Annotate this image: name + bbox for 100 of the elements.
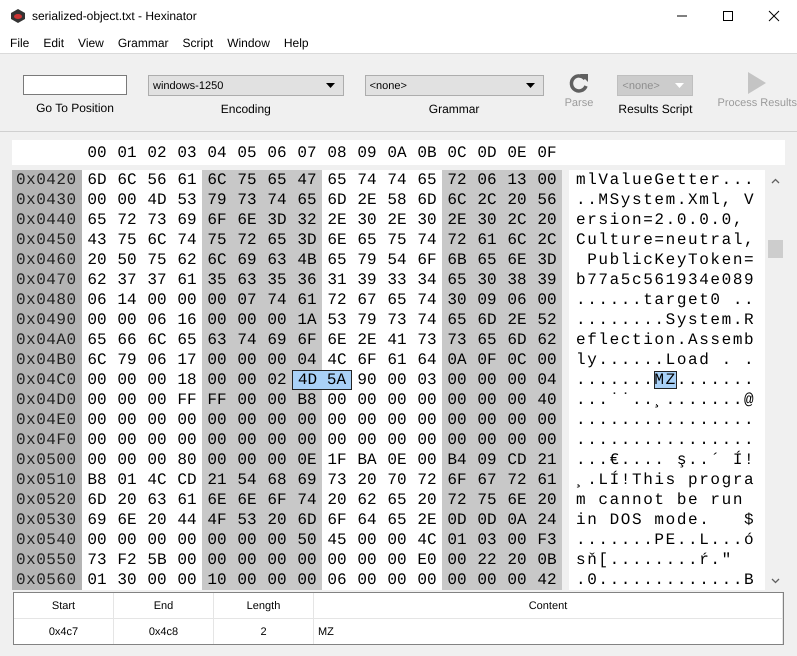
hex-byte[interactable]: 73 (442, 330, 472, 350)
hex-byte[interactable]: 65 (472, 330, 502, 350)
hex-byte[interactable]: 3D (532, 250, 562, 270)
hex-byte[interactable]: 65 (382, 510, 412, 530)
hex-byte[interactable]: 69 (82, 510, 112, 530)
hex-byte[interactable]: 22 (472, 550, 502, 570)
hex-byte[interactable]: 80 (172, 450, 202, 470)
menu-item[interactable]: View (71, 32, 111, 53)
hex-byte[interactable]: 21 (532, 450, 562, 470)
hex-byte[interactable]: 00 (382, 550, 412, 570)
hex-byte[interactable]: 30 (472, 270, 502, 290)
hex-byte[interactable]: 38 (502, 270, 532, 290)
hex-byte[interactable]: 20 (412, 490, 442, 510)
hex-byte[interactable]: 0A (442, 350, 472, 370)
hex-byte[interactable]: 00 (382, 410, 412, 430)
hex-byte[interactable]: 45 (322, 530, 352, 550)
hex-byte[interactable]: 72 (232, 230, 262, 250)
hex-byte[interactable]: 00 (502, 570, 532, 590)
hex-byte[interactable]: 00 (232, 370, 262, 390)
hex-byte[interactable]: 20 (352, 470, 382, 490)
hex-byte[interactable]: 06 (142, 350, 172, 370)
hex-byte[interactable]: 6B (442, 250, 472, 270)
hex-byte[interactable]: B8 (292, 390, 322, 410)
hex-byte[interactable]: 09 (472, 290, 502, 310)
hex-byte[interactable]: 75 (142, 250, 172, 270)
hex-byte[interactable]: 6E (502, 490, 532, 510)
hex-byte[interactable]: 72 (502, 470, 532, 490)
go-to-position-field[interactable] (23, 75, 127, 95)
hex-byte[interactable]: 65 (442, 310, 472, 330)
hex-byte[interactable]: 6C (112, 170, 142, 190)
hex-byte[interactable]: 75 (382, 230, 412, 250)
hex-byte[interactable]: 06 (472, 170, 502, 190)
hex-byte[interactable]: 2E (412, 510, 442, 530)
hex-byte[interactable]: 39 (352, 270, 382, 290)
hex-byte[interactable]: 00 (262, 530, 292, 550)
hex-byte[interactable]: 72 (412, 470, 442, 490)
hex-byte[interactable]: 00 (262, 570, 292, 590)
hex-byte[interactable]: 73 (232, 190, 262, 210)
hex-byte[interactable]: 04 (532, 370, 562, 390)
hex-byte[interactable]: 20 (82, 250, 112, 270)
hex-byte[interactable]: 00 (112, 190, 142, 210)
hex-byte[interactable]: 30 (442, 290, 472, 310)
hex-byte[interactable]: 24 (532, 510, 562, 530)
hex-byte[interactable]: 42 (532, 570, 562, 590)
hex-byte[interactable]: 56 (532, 190, 562, 210)
hex-byte[interactable]: 6C (502, 230, 532, 250)
hex-byte[interactable]: 37 (112, 270, 142, 290)
hex-byte[interactable]: 00 (352, 410, 382, 430)
hex-byte[interactable]: 14 (112, 290, 142, 310)
hex-byte[interactable]: 00 (112, 430, 142, 450)
hex-byte[interactable]: 2E (322, 210, 352, 230)
hex-byte[interactable]: 56 (142, 170, 172, 190)
hex-byte[interactable]: 5B (142, 550, 172, 570)
hex-byte[interactable]: 00 (442, 570, 472, 590)
hex-byte[interactable]: 20 (502, 190, 532, 210)
hex-byte[interactable]: 00 (232, 350, 262, 370)
hex-byte[interactable]: 0D (442, 510, 472, 530)
hex-byte[interactable]: 47 (292, 170, 322, 190)
hex-byte[interactable]: CD (502, 450, 532, 470)
hex-byte[interactable]: 72 (442, 490, 472, 510)
hex-byte[interactable]: 00 (532, 350, 562, 370)
hex-byte[interactable]: 00 (172, 570, 202, 590)
hex-byte[interactable]: 37 (142, 270, 172, 290)
hex-byte[interactable]: 07 (232, 290, 262, 310)
hex-byte[interactable]: 6E (232, 210, 262, 230)
hex-byte[interactable]: 61 (292, 290, 322, 310)
hex-byte[interactable]: 6F (202, 210, 232, 230)
hex-byte[interactable]: 53 (322, 310, 352, 330)
hex-byte[interactable]: 0A (502, 510, 532, 530)
hex-byte[interactable]: 53 (232, 510, 262, 530)
hex-byte[interactable]: 73 (412, 330, 442, 350)
scroll-thumb[interactable] (768, 240, 782, 258)
hex-byte[interactable]: 00 (82, 410, 112, 430)
hex-byte[interactable]: 6E (322, 230, 352, 250)
hex-byte[interactable]: 65 (382, 290, 412, 310)
hex-byte[interactable]: 00 (232, 550, 262, 570)
hex-byte[interactable]: 61 (382, 350, 412, 370)
hex-byte[interactable]: 66 (112, 330, 142, 350)
hex-byte[interactable]: 00 (202, 310, 232, 330)
hex-byte[interactable]: 58 (382, 190, 412, 210)
hex-byte[interactable]: 00 (382, 530, 412, 550)
hex-byte[interactable]: 20 (322, 490, 352, 510)
hex-byte[interactable]: 00 (382, 390, 412, 410)
hex-byte[interactable]: 6F (292, 330, 322, 350)
hex-byte[interactable]: 00 (352, 430, 382, 450)
hex-byte[interactable]: 00 (112, 390, 142, 410)
hex-byte[interactable]: 75 (472, 490, 502, 510)
hex-byte[interactable]: 00 (532, 410, 562, 430)
hex-byte[interactable]: 6E (502, 250, 532, 270)
hex-byte[interactable]: 00 (112, 310, 142, 330)
hex-byte[interactable]: 65 (322, 250, 352, 270)
hex-byte[interactable]: 6E (232, 490, 262, 510)
hex-byte[interactable]: 69 (262, 330, 292, 350)
menu-item[interactable]: Window (220, 32, 277, 53)
hex-byte[interactable]: 6F (412, 250, 442, 270)
hex-byte[interactable]: 00 (82, 190, 112, 210)
hex-byte[interactable]: 65 (442, 270, 472, 290)
hex-byte[interactable]: 06 (322, 570, 352, 590)
hex-byte[interactable]: 44 (172, 510, 202, 530)
hex-byte[interactable]: 00 (232, 410, 262, 430)
